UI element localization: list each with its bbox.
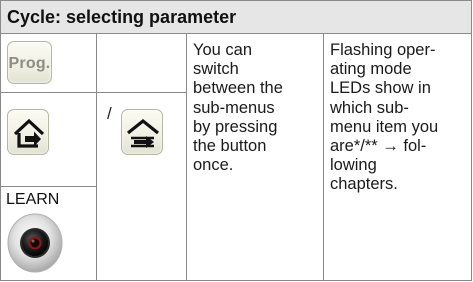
- column-divider: [323, 34, 324, 281]
- text-line: once.: [193, 156, 234, 175]
- text-line: by pressing: [193, 117, 278, 136]
- text-line: between the: [193, 79, 283, 98]
- text-line: chapters.: [330, 175, 398, 194]
- up-arrow-right-icon: [121, 109, 163, 155]
- prog-button-icon: Prog.: [7, 41, 52, 84]
- text-line: ating mode: [330, 60, 412, 79]
- row-divider: [1, 92, 187, 93]
- text-line: which sub-: [330, 98, 409, 117]
- description-flashing-leds: Flashing oper- ating mode LEDs show in w…: [330, 41, 438, 195]
- parameter-table: Cycle: selecting parameter Prog. / LEARN: [0, 0, 472, 281]
- row-divider: [1, 186, 96, 187]
- text-line: switch: [193, 60, 239, 79]
- learn-label: LEARN: [6, 191, 60, 208]
- text-line: sub-menus: [193, 98, 275, 117]
- text-line: are*/** → fol-: [330, 137, 427, 156]
- button-separator: /: [107, 104, 112, 123]
- column-divider: [96, 34, 97, 281]
- column-divider: [186, 34, 187, 281]
- table-title: Cycle: selecting parameter: [7, 7, 237, 27]
- prog-button-label: Prog.: [8, 55, 51, 72]
- text-line: LEDs show in: [330, 79, 431, 98]
- text-line: lowing: [330, 156, 377, 175]
- text-line: Flashing oper-: [330, 41, 436, 59]
- home-arrow-right-icon: [7, 109, 49, 155]
- table-header: Cycle: selecting parameter: [1, 1, 471, 34]
- text-line: menu item you: [330, 117, 439, 136]
- description-switch-submenus: You can switch between the sub-menus by …: [193, 41, 283, 175]
- text-line: You can: [193, 41, 253, 59]
- text-line: the button: [193, 137, 267, 156]
- learn-button-icon: [7, 213, 63, 273]
